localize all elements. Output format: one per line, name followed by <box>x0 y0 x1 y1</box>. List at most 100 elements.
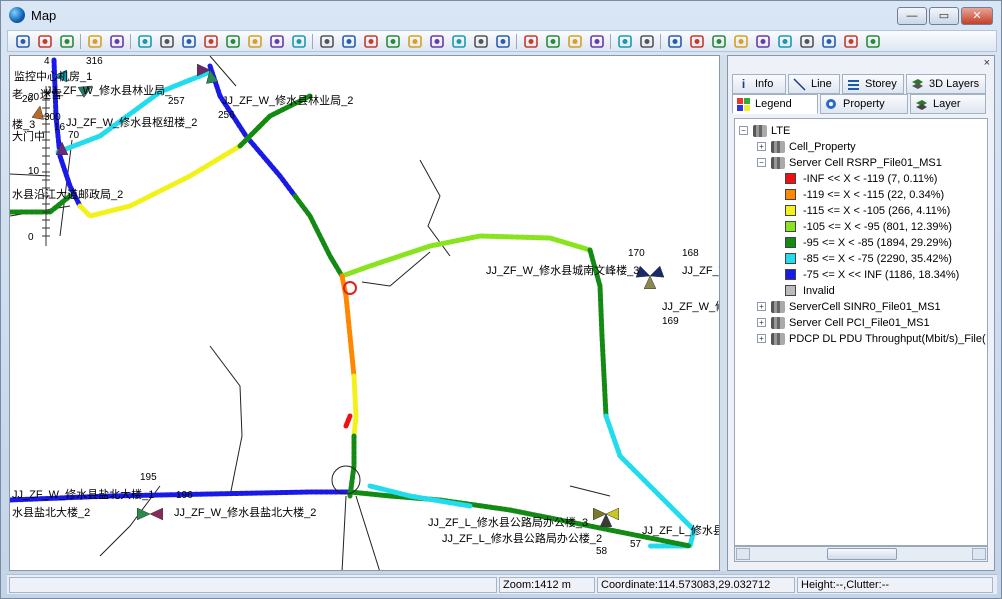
check-icon[interactable] <box>494 33 512 50</box>
horizontal-scrollbar[interactable] <box>734 546 988 562</box>
road <box>209 345 243 497</box>
scroll-left-button[interactable] <box>736 548 750 560</box>
collapse-toggle[interactable]: − <box>757 158 766 167</box>
cell-sector-icon <box>649 265 665 278</box>
zoom-out-icon[interactable] <box>732 33 750 50</box>
tab-legend[interactable]: Legend <box>732 94 818 114</box>
pan-icon[interactable] <box>108 33 126 50</box>
zoom-box-icon[interactable] <box>776 33 794 50</box>
zoom-in-icon[interactable] <box>710 33 728 50</box>
text-icon[interactable] <box>58 33 76 50</box>
paste-icon[interactable] <box>36 33 54 50</box>
legend-item[interactable]: Invalid <box>785 283 985 299</box>
print-icon[interactable] <box>820 33 838 50</box>
site-number: 300 <box>44 112 61 123</box>
site-number: 169 <box>662 316 679 327</box>
legend-item[interactable]: -115 <= X < -105 (266, 4.11%) <box>785 203 985 219</box>
map-canvas[interactable]: 监控中心机房_1 JJ_ZF_W_修水县林业局_ JJ_ZF_W_修水县林业局_… <box>9 55 720 571</box>
tree-node-throughput[interactable]: + PDCP DL PDU Throughput(Mbit/s)_File( <box>757 331 987 347</box>
fit-icon[interactable] <box>754 33 772 50</box>
back-arrow-icon[interactable] <box>86 33 104 50</box>
cell-icon[interactable] <box>202 33 220 50</box>
globe-icon[interactable] <box>290 33 308 50</box>
site-number: 16 <box>54 122 66 133</box>
flag-icon[interactable] <box>864 33 882 50</box>
save-icon[interactable] <box>340 33 358 50</box>
site-number: 196 <box>176 490 193 501</box>
export-icon[interactable] <box>544 33 562 50</box>
panel-close-button[interactable]: × <box>984 57 990 69</box>
expand-toggle[interactable]: + <box>757 302 766 311</box>
site-number: 168 <box>682 248 699 259</box>
road <box>341 495 347 570</box>
collapse-toggle[interactable]: − <box>739 126 748 135</box>
tool-icon[interactable] <box>588 33 606 50</box>
select-arrow-icon[interactable] <box>666 33 684 50</box>
duplicate-icon[interactable] <box>318 33 336 50</box>
zoom-layer-icon[interactable] <box>798 33 816 50</box>
map-label: JJ_ZF_W_修水县枢纽楼_2 <box>66 117 198 129</box>
hand-icon[interactable] <box>688 33 706 50</box>
ball-icon[interactable] <box>406 33 424 50</box>
road <box>569 485 611 497</box>
tree-node-rsrp[interactable]: − Server Cell RSRP_File01_MS1 <box>757 155 987 171</box>
pencil-icon[interactable] <box>246 33 264 50</box>
layers-icon[interactable] <box>566 33 584 50</box>
tab-label: Layer <box>933 98 961 110</box>
tree-node-lte[interactable]: − LTE <box>739 123 979 139</box>
radio-icon[interactable] <box>428 33 446 50</box>
wireless-icon[interactable] <box>136 33 154 50</box>
minimize-button[interactable]: — <box>897 7 927 25</box>
scroll-right-button[interactable] <box>972 548 986 560</box>
toolbar-separator <box>610 34 611 49</box>
maximize-button[interactable]: ▭ <box>929 7 959 25</box>
expand-toggle[interactable]: + <box>757 318 766 327</box>
toolbar-separator <box>312 34 313 49</box>
scroll-thumb[interactable] <box>827 548 897 560</box>
bird-icon[interactable] <box>362 33 380 50</box>
tab-line[interactable]: Line <box>788 74 840 94</box>
tab-info[interactable]: i Info <box>732 74 786 94</box>
tab-label: Info <box>755 78 774 90</box>
legend-item[interactable]: -85 <= X < -75 (2290, 35.42%) <box>785 251 985 267</box>
legend-item-label: -85 <= X < -75 (2290, 35.42%) <box>803 253 952 265</box>
tree-node-label: ServerCell SINR0_File01_MS1 <box>789 301 941 313</box>
expand-toggle[interactable]: + <box>757 142 766 151</box>
map-label: JJ_ZF_W_修水县林业局_ <box>46 85 172 97</box>
tab-layer[interactable]: Layer <box>910 94 986 114</box>
stack-icon[interactable] <box>842 33 860 50</box>
legend-item[interactable]: -105 <= X < -95 (801, 12.39%) <box>785 219 985 235</box>
site-icon[interactable] <box>180 33 198 50</box>
ruler-icon[interactable] <box>224 33 242 50</box>
legend-item[interactable]: -119 <= X < -115 (22, 0.34%) <box>785 187 985 203</box>
tree-node-sinr[interactable]: + ServerCell SINR0_File01_MS1 <box>757 299 987 315</box>
refresh-icon[interactable] <box>450 33 468 50</box>
eraser-icon[interactable] <box>472 33 490 50</box>
tab-storey[interactable]: Storey <box>842 74 904 94</box>
legend-item[interactable]: -INF << X < -119 (7, 0.11%) <box>785 171 985 187</box>
grid-icon[interactable] <box>158 33 176 50</box>
legend-item[interactable]: -95 <= X < -85 (1894, 29.29%) <box>785 235 985 251</box>
marker-icon[interactable] <box>638 33 656 50</box>
close-button[interactable]: ✕ <box>961 7 993 25</box>
tree-node-cell-property[interactable]: + Cell_Property <box>757 139 987 155</box>
legend-item-label: -105 <= X < -95 (801, 12.39%) <box>803 221 952 233</box>
map-label: JJ_ZF_L_修水县公路局办公楼_2 <box>442 533 603 545</box>
measure-icon[interactable] <box>268 33 286 50</box>
expand-toggle[interactable]: + <box>757 334 766 343</box>
legend-item[interactable]: -75 <= X << INF (1186, 18.34%) <box>785 267 985 283</box>
panel-splitter[interactable] <box>720 55 727 571</box>
route-icon[interactable] <box>522 33 540 50</box>
map-label: 迷雪 <box>40 89 62 101</box>
gear-icon[interactable] <box>616 33 634 50</box>
pin-icon[interactable] <box>384 33 402 50</box>
copy-icon[interactable] <box>14 33 32 50</box>
tab-property[interactable]: Property <box>820 94 908 114</box>
line-icon <box>793 78 806 91</box>
site-number: 170 <box>628 248 645 259</box>
tab-3d-layers[interactable]: 3D Layers <box>906 74 986 94</box>
tab-label: Legend <box>755 98 792 110</box>
layer-icon <box>771 301 785 313</box>
tree-node-pci[interactable]: + Server Cell PCI_File01_MS1 <box>757 315 987 331</box>
layer-icon <box>771 141 785 153</box>
